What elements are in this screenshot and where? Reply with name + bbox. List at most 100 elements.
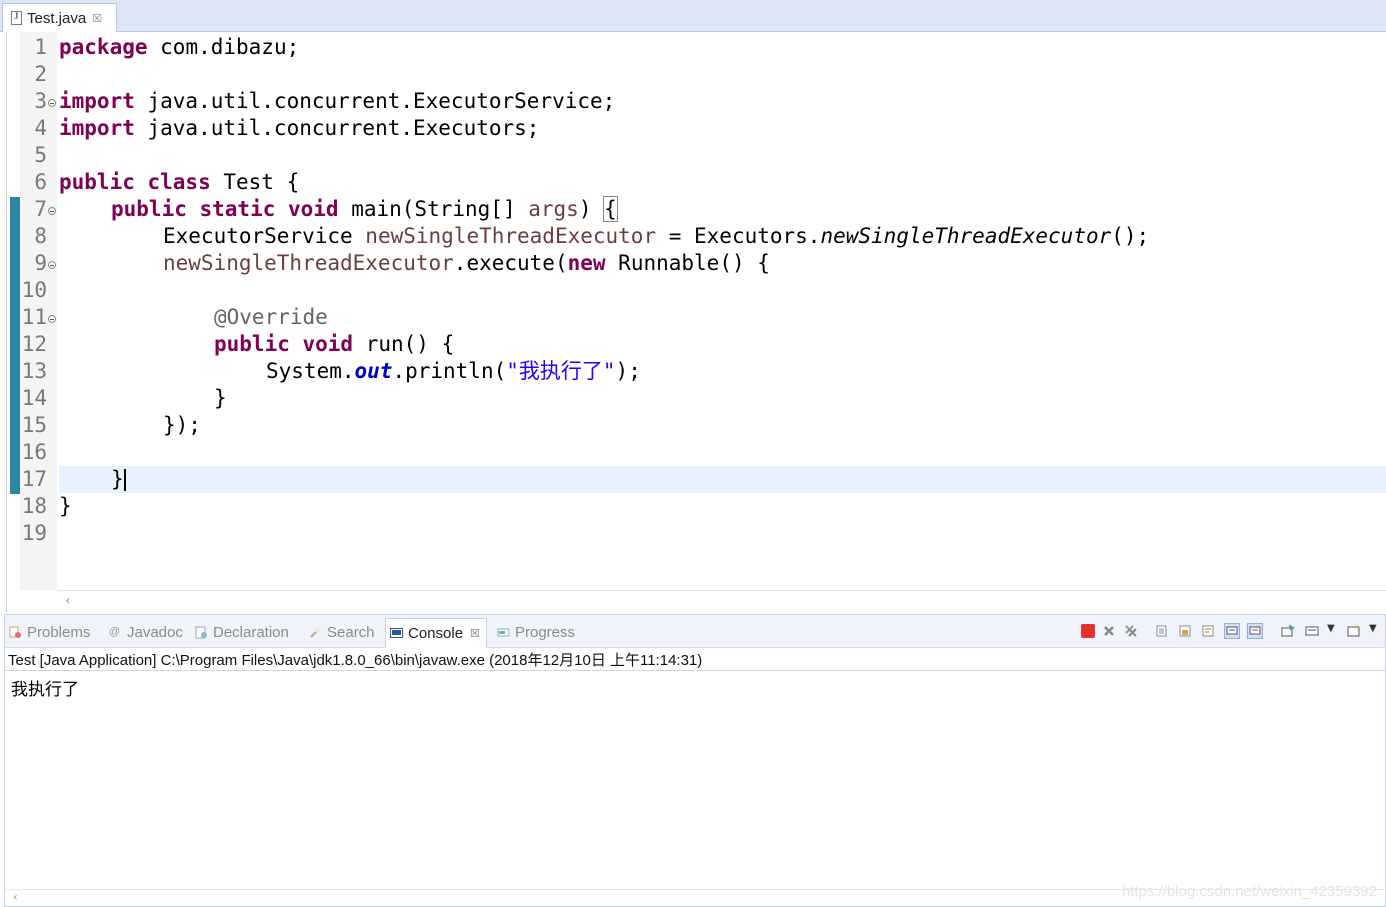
line-number: 12 bbox=[21, 332, 47, 356]
show-console-on-stdout-icon[interactable] bbox=[1224, 623, 1240, 639]
chevron-down-icon[interactable]: ▼ bbox=[1369, 623, 1383, 637]
line-number: 16 bbox=[21, 440, 47, 464]
matching-bracket: { bbox=[603, 196, 618, 222]
annotation: @Override bbox=[214, 305, 328, 329]
string-literal: "我执行了" bbox=[506, 359, 616, 383]
parameter-name: args bbox=[528, 197, 579, 221]
line-number: 19 bbox=[21, 521, 47, 545]
line-number: 6 bbox=[34, 170, 47, 194]
fold-toggle-icon[interactable] bbox=[48, 99, 56, 107]
horizontal-scrollbar[interactable]: ‹ bbox=[57, 590, 1386, 613]
console-launch-description: Test [Java Application] C:\Program Files… bbox=[8, 652, 703, 669]
tab-label: Problems bbox=[27, 623, 91, 641]
static-field: out bbox=[354, 359, 393, 383]
java-file-icon: J bbox=[11, 11, 22, 25]
tab-search[interactable]: Search bbox=[309, 619, 375, 645]
fold-toggle-icon[interactable] bbox=[48, 207, 56, 215]
scroll-left-icon[interactable]: ‹ bbox=[65, 593, 71, 609]
tab-problems[interactable]: Problems bbox=[9, 619, 90, 645]
code-text: ) bbox=[578, 197, 605, 221]
code-text: .execute( bbox=[453, 251, 568, 275]
line-number: 13 bbox=[21, 359, 47, 383]
display-selected-console-icon[interactable] bbox=[1305, 624, 1319, 638]
tab-progress[interactable]: Progress bbox=[497, 619, 575, 645]
line-number: 8 bbox=[34, 224, 47, 248]
code-text: run() { bbox=[353, 332, 455, 356]
code-text: } bbox=[214, 386, 227, 410]
scroll-lock-icon[interactable] bbox=[1178, 624, 1192, 638]
code-text: System. bbox=[266, 359, 355, 383]
line-number: 5 bbox=[34, 143, 47, 167]
remove-launch-icon[interactable] bbox=[1102, 624, 1116, 638]
open-console-icon[interactable] bbox=[1347, 624, 1361, 638]
code-text: java.util.concurrent.ExecutorService; bbox=[134, 89, 616, 113]
close-icon[interactable]: ☒ bbox=[470, 627, 480, 640]
code-line: import java.util.concurrent.Executors; bbox=[59, 115, 539, 142]
editor-tab-test-java[interactable]: J Test.java ☒ bbox=[2, 3, 117, 32]
remove-all-launches-icon[interactable] bbox=[1124, 624, 1138, 638]
terminate-icon[interactable] bbox=[1081, 624, 1095, 638]
code-line: } bbox=[59, 493, 72, 520]
word-wrap-icon[interactable] bbox=[1201, 624, 1215, 638]
tab-label: Search bbox=[327, 623, 375, 641]
code-editor[interactable]: 1 2 3 4 5 6 7 8 9 10 11 12 13 14 15 16 1… bbox=[6, 32, 1386, 613]
line-number: 11 bbox=[21, 305, 47, 329]
tab-label: Progress bbox=[515, 623, 576, 641]
javadoc-icon: @ bbox=[109, 625, 121, 638]
text-caret bbox=[123, 469, 126, 491]
local-variable: newSingleThreadExecutor bbox=[365, 224, 657, 248]
show-console-on-stderr-icon[interactable] bbox=[1247, 623, 1263, 639]
code-line: System.out.println("我执行了"); bbox=[266, 358, 641, 385]
code-text: Runnable() { bbox=[605, 251, 770, 275]
fold-toggle-icon[interactable] bbox=[48, 315, 56, 323]
code-text: }); bbox=[163, 413, 201, 437]
keyword: public class bbox=[59, 170, 211, 194]
code-text: ); bbox=[615, 359, 641, 383]
line-number: 17 bbox=[21, 467, 47, 491]
keyword: package bbox=[59, 35, 148, 59]
tab-console[interactable]: Console ☒ bbox=[385, 618, 487, 648]
code-text: .println( bbox=[392, 359, 507, 383]
code-text: java.util.concurrent.Executors; bbox=[134, 116, 540, 140]
code-line: }); bbox=[163, 412, 201, 439]
declaration-icon bbox=[195, 626, 207, 638]
code-line: } bbox=[111, 466, 126, 493]
scroll-left-icon[interactable]: ‹ bbox=[13, 890, 18, 904]
line-number: 4 bbox=[34, 116, 47, 140]
code-text: Test { bbox=[210, 170, 300, 194]
code-line: package com.dibazu; bbox=[59, 34, 299, 61]
keyword: new bbox=[567, 251, 606, 275]
tab-label: Console bbox=[408, 625, 464, 642]
code-line: ExecutorService newSingleThreadExecutor … bbox=[163, 223, 1149, 250]
tab-label: Javadoc bbox=[127, 623, 183, 641]
console-output[interactable]: 我执行了 bbox=[11, 675, 79, 700]
pin-console-icon[interactable] bbox=[1281, 624, 1295, 638]
keyword: public void bbox=[214, 332, 354, 356]
keyword: import bbox=[59, 89, 135, 113]
problems-icon bbox=[9, 626, 21, 638]
clear-console-icon[interactable] bbox=[1155, 624, 1169, 638]
local-variable: newSingleThreadExecutor bbox=[163, 251, 454, 275]
close-icon[interactable]: ☒ bbox=[92, 12, 102, 25]
editor-tab-label: Test.java bbox=[27, 9, 87, 27]
line-number: 2 bbox=[34, 62, 47, 86]
code-line: @Override bbox=[214, 304, 328, 331]
code-text: main(String[] bbox=[338, 197, 529, 221]
fold-toggle-icon[interactable] bbox=[48, 261, 56, 269]
line-number: 15 bbox=[21, 413, 47, 437]
line-number: 3 bbox=[34, 89, 47, 113]
tab-declaration[interactable]: Declaration bbox=[195, 619, 289, 645]
divider bbox=[5, 670, 1385, 671]
line-number: 14 bbox=[21, 386, 47, 410]
code-text: } bbox=[111, 467, 124, 491]
tab-javadoc[interactable]: @ Javadoc bbox=[109, 619, 183, 645]
keyword: public static void bbox=[111, 197, 339, 221]
search-icon bbox=[310, 626, 321, 638]
chevron-down-icon[interactable]: ▼ bbox=[1327, 623, 1341, 637]
code-text: (); bbox=[1111, 224, 1150, 248]
code-text: } bbox=[59, 494, 72, 518]
editor-tab-bar: J Test.java ☒ bbox=[0, 0, 1386, 32]
keyword: import bbox=[59, 116, 135, 140]
progress-icon bbox=[497, 628, 510, 636]
line-number: 1 bbox=[34, 35, 47, 59]
